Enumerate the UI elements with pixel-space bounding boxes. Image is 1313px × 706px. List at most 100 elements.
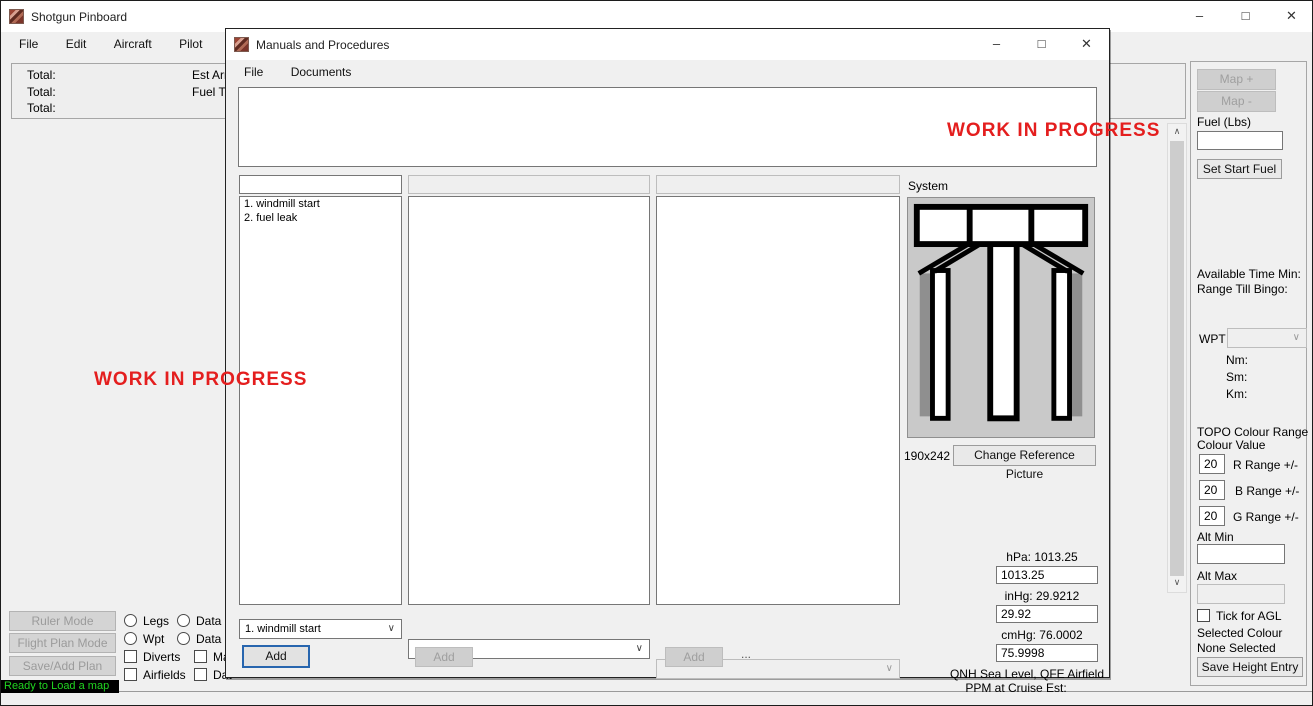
alt-max-input[interactable] <box>1197 584 1285 604</box>
system-label: System <box>908 179 948 193</box>
map-minus-button[interactable]: Map - <box>1197 91 1276 112</box>
scroll-down-icon[interactable]: ∨ <box>1168 575 1186 592</box>
flight-plan-mode-button[interactable]: Flight Plan Mode <box>9 633 116 653</box>
agl-checkbox[interactable] <box>1197 609 1210 622</box>
col2-listbox[interactable] <box>408 196 650 605</box>
menu-aircraft[interactable]: Aircraft <box>102 32 164 56</box>
menu-file[interactable]: File <box>7 32 50 56</box>
dialog-menu-documents[interactable]: Documents <box>279 60 364 84</box>
cmhg-label: cmHg: 76.0002 <box>986 628 1098 642</box>
dialog-minimize-icon[interactable]: – <box>974 29 1019 59</box>
airfields-checkbox[interactable] <box>124 668 137 681</box>
fuel-input[interactable] <box>1197 131 1283 150</box>
cmhg-input[interactable] <box>996 644 1098 662</box>
legs-radio[interactable] <box>124 614 137 627</box>
ppm-cruise-label: PPM at Cruise Est: <box>941 681 1091 695</box>
data-checkbox[interactable] <box>194 668 207 681</box>
inhg-label: inHg: 29.9212 <box>986 589 1098 603</box>
close-icon[interactable]: ✕ <box>1269 1 1313 31</box>
wpt-data-label: Data <box>196 632 221 646</box>
total-row-3: Total: <box>27 101 56 115</box>
alt-min-label: Alt Min <box>1197 530 1234 544</box>
menu-edit[interactable]: Edit <box>54 32 99 56</box>
col1-title-input[interactable] <box>239 175 402 194</box>
topo-colour-range-label: TOPO Colour Range <box>1197 425 1308 439</box>
hpa-label: hPa: 1013.25 <box>986 550 1098 564</box>
wpt-dropdown[interactable]: ∨ <box>1227 328 1307 348</box>
work-in-progress-left: WORK IN PROGRESS <box>94 369 307 391</box>
colour-value-label: Colour Value <box>1197 438 1265 452</box>
main-window-title: Shotgun Pinboard <box>31 10 127 24</box>
save-height-entry-button[interactable]: Save Height Entry <box>1197 657 1303 677</box>
list-item[interactable]: 2. fuel leak <box>240 211 401 225</box>
col3-listbox[interactable] <box>656 196 900 605</box>
add-procedure-button[interactable]: Add <box>242 645 310 668</box>
total-row-1: Total: <box>27 68 56 82</box>
minimize-icon[interactable]: – <box>1177 1 1222 31</box>
change-reference-picture-button[interactable]: Change Reference Picture <box>953 445 1096 466</box>
chevron-down-icon: ∨ <box>636 640 643 658</box>
r-range-label: R Range +/- <box>1233 458 1298 472</box>
chevron-down-icon: ∨ <box>886 660 893 678</box>
alt-min-input[interactable] <box>1197 544 1285 564</box>
app-icon <box>9 9 24 24</box>
dialog-maximize-icon[interactable]: □ <box>1019 29 1064 59</box>
save-add-plan-button[interactable]: Save/Add Plan <box>9 656 116 676</box>
legs-label: Legs <box>143 614 169 628</box>
g-range-label: G Range +/- <box>1233 510 1299 524</box>
dialog-app-icon <box>234 37 249 52</box>
ruler-mode-button[interactable]: Ruler Mode <box>9 611 116 631</box>
map-scrollbar[interactable]: ∧ ∨ <box>1167 123 1187 593</box>
fuel-lbs-label: Fuel (Lbs) <box>1197 115 1251 129</box>
wpt-data-radio[interactable] <box>177 632 190 645</box>
list-item[interactable]: 1. windmill start <box>240 197 401 211</box>
wpt-radio[interactable] <box>124 632 137 645</box>
ellipsis-label: ... <box>741 647 751 661</box>
none-selected-label: None Selected <box>1197 641 1276 655</box>
agl-label: Tick for AGL <box>1216 609 1282 623</box>
shotgun-pinboard-window: Shotgun Pinboard – □ ✕ File Edit Aircraf… <box>0 0 1313 706</box>
total-row-2: Total: <box>27 85 56 99</box>
hpa-input[interactable] <box>996 566 1098 584</box>
map-checkbox[interactable] <box>194 650 207 663</box>
reference-picture <box>907 197 1095 438</box>
dialog-menu-file[interactable]: File <box>232 60 275 84</box>
fuel-system-diagram <box>908 198 1094 437</box>
map-plus-button[interactable]: Map + <box>1197 69 1276 90</box>
b-range-input[interactable] <box>1199 480 1225 500</box>
scroll-up-icon[interactable]: ∧ <box>1168 124 1186 141</box>
diverts-label: Diverts <box>143 650 180 664</box>
diverts-checkbox[interactable] <box>124 650 137 663</box>
km-label: Km: <box>1226 387 1247 401</box>
col2-title-input[interactable] <box>408 175 650 194</box>
range-bingo-label: Range Till Bingo: <box>1197 282 1288 296</box>
menu-pilot[interactable]: Pilot <box>167 32 214 56</box>
dialog-close-icon[interactable]: ✕ <box>1064 29 1109 59</box>
alt-max-label: Alt Max <box>1197 569 1237 583</box>
sm-label: Sm: <box>1226 370 1247 384</box>
inhg-input[interactable] <box>996 605 1098 623</box>
g-range-input[interactable] <box>1199 506 1225 526</box>
nm-label: Nm: <box>1226 353 1248 367</box>
scrollbar-thumb[interactable] <box>1170 141 1184 576</box>
picture-size-label: 190x242 <box>904 449 950 463</box>
col3-title-input[interactable] <box>656 175 900 194</box>
chevron-down-icon: ∨ <box>388 620 395 638</box>
selected-colour-label: Selected Colour <box>1197 626 1282 640</box>
airfields-label: Airfields <box>143 668 186 682</box>
r-range-input[interactable] <box>1199 454 1225 474</box>
set-start-fuel-button[interactable]: Set Start Fuel <box>1197 159 1282 179</box>
legs-data-label: Data <box>196 614 221 628</box>
col1-listbox[interactable]: 1. windmill start 2. fuel leak <box>239 196 402 605</box>
status-bar: Ready to Load a map <box>1 680 119 693</box>
available-time-label: Available Time Min: <box>1197 267 1301 281</box>
work-in-progress-right: WORK IN PROGRESS <box>947 120 1160 142</box>
add-step-button[interactable]: Add <box>665 647 723 667</box>
procedure-dropdown[interactable]: 1. windmill start∨ <box>239 619 402 639</box>
maximize-icon[interactable]: □ <box>1223 1 1268 31</box>
dialog-menubar: File Documents <box>232 60 363 85</box>
chevron-down-icon: ∨ <box>1293 329 1300 347</box>
legs-data-radio[interactable] <box>177 614 190 627</box>
b-range-label: B Range +/- <box>1235 484 1299 498</box>
add-section-button[interactable]: Add <box>415 647 473 667</box>
